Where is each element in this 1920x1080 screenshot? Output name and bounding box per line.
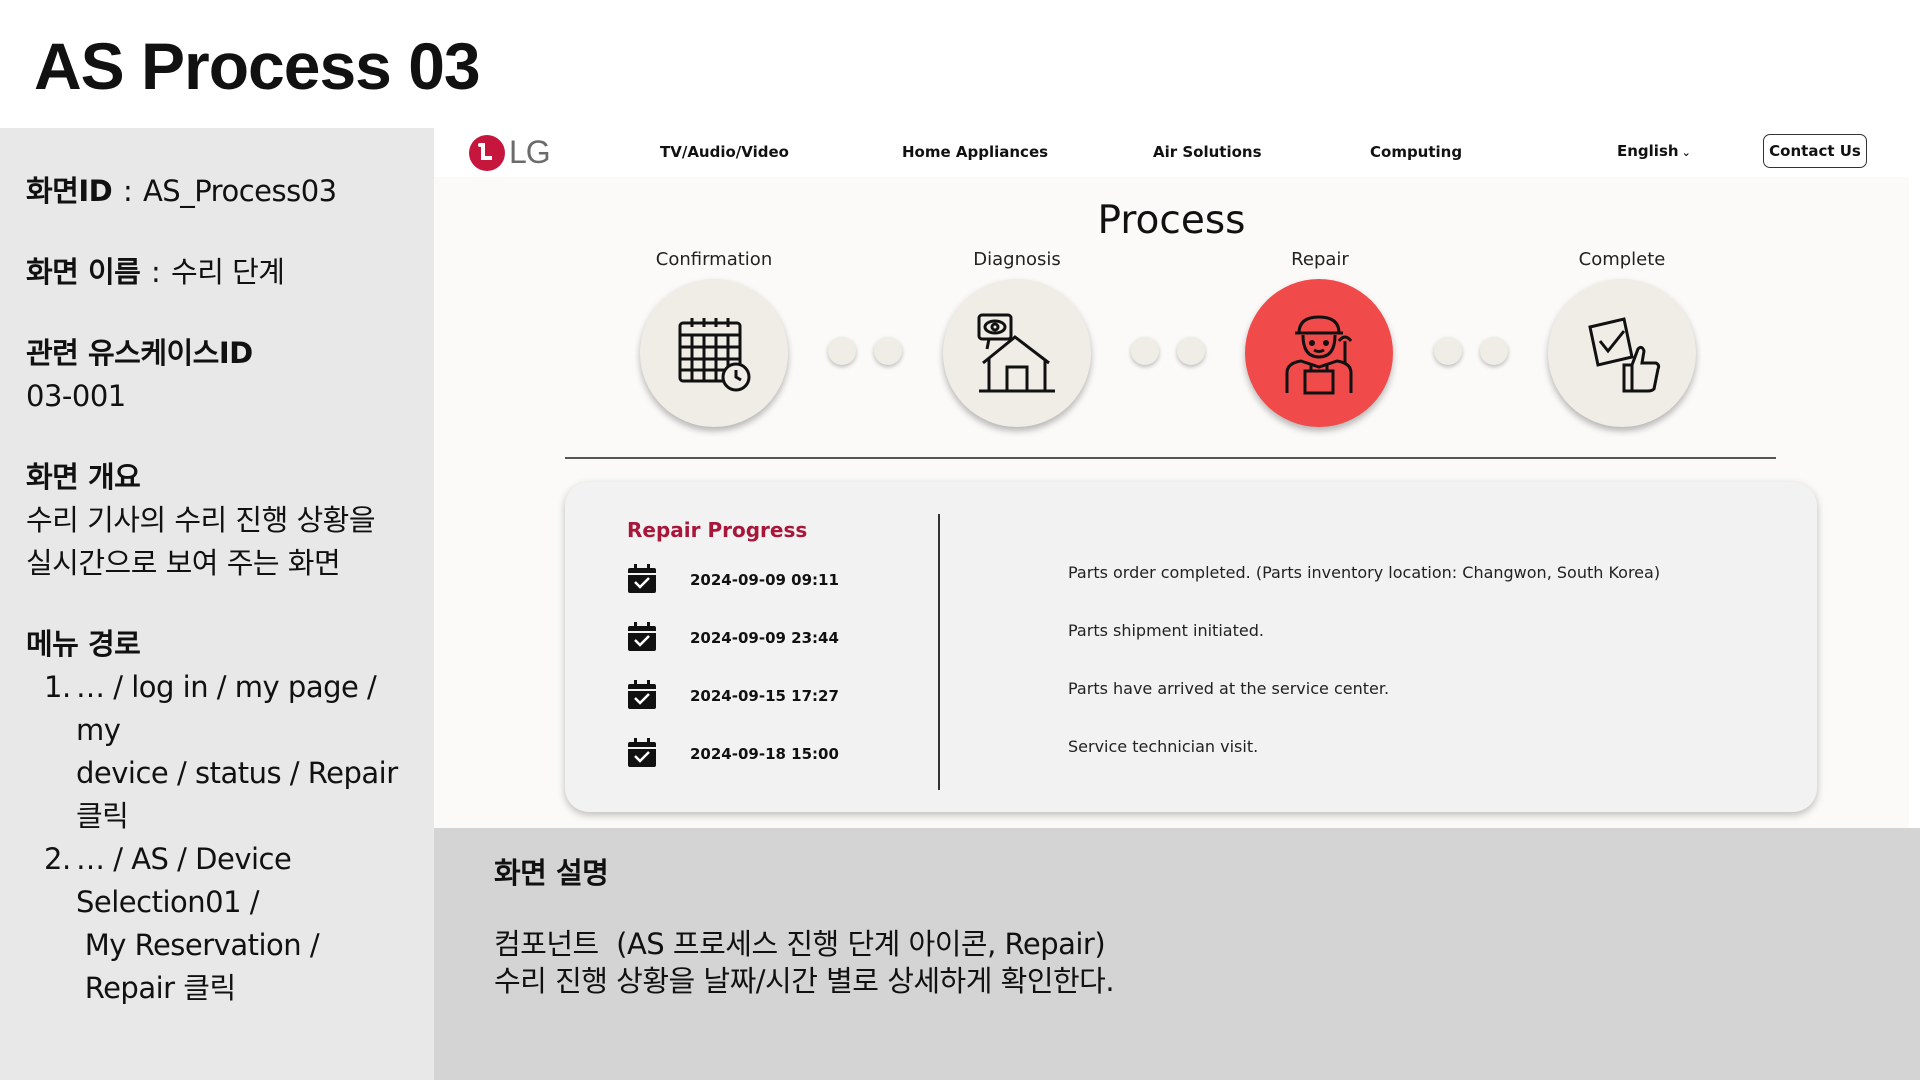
repair-progress-title: Repair Progress <box>627 518 808 542</box>
screen-id: 화면ID : AS_Process03 <box>26 174 337 208</box>
usecase-label: 관련 유스케이스ID <box>26 336 253 370</box>
overview: 화면 개요 수리 기사의 수리 진행 상황을 실시간으로 보여 주는 화면 <box>26 456 434 585</box>
calendar-check-icon <box>628 564 656 593</box>
progress-row: 2024-09-15 17:27 Parts have arrived at t… <box>627 679 1787 712</box>
progress-dot <box>874 337 902 365</box>
progress-datetime: 2024-09-15 17:27 <box>690 687 839 705</box>
website-mockup: LG TV/Audio/Video Home Appliances Air So… <box>434 128 1909 828</box>
menu-path-item: 1. … / log in / my page / my device / st… <box>44 670 398 833</box>
nav-computing[interactable]: Computing <box>1370 143 1462 161</box>
step-diagnosis[interactable] <box>943 279 1091 427</box>
document-thumbs-up-icon <box>1588 317 1661 393</box>
lg-logo-text: LG <box>509 134 551 170</box>
step-confirmation[interactable] <box>640 279 788 427</box>
calendar-check-icon <box>628 680 656 709</box>
progress-dot <box>1177 337 1205 365</box>
description-line: 컴포넌트 (AS 프로세스 진행 단계 아이콘, Repair) <box>494 927 1106 961</box>
screen-name-label: 화면 이름 <box>26 255 141 289</box>
lg-logo[interactable]: LG <box>469 134 551 171</box>
process-title: Process <box>1097 198 1246 243</box>
menu-path-list: 1. … / log in / my page / my device / st… <box>26 666 434 1010</box>
house-inspection-icon <box>977 313 1055 393</box>
screen-name-value: 수리 단계 <box>171 255 285 289</box>
overview-line: 실시간으로 보여 주는 화면 <box>26 546 341 580</box>
menu-path: 메뉴 경로 1. … / log in / my page / my devic… <box>26 623 434 1010</box>
description-line: 수리 진행 상황을 날짜/시간 별로 상세하게 확인한다. <box>494 964 1115 998</box>
usecase-value: 03-001 <box>26 379 126 413</box>
progress-row: 2024-09-18 15:00 Service technician visi… <box>627 737 1787 770</box>
step-complete[interactable] <box>1548 279 1696 427</box>
progress-row: 2024-09-09 09:11 Parts order completed. … <box>627 563 1787 596</box>
progress-description: Service technician visit. <box>1068 737 1259 756</box>
nav-tv-audio-video[interactable]: TV/Audio/Video <box>660 143 789 161</box>
lg-logo-icon <box>469 134 505 171</box>
screen-name: 화면 이름 : 수리 단계 <box>26 255 285 289</box>
description-heading: 화면 설명 <box>494 856 609 890</box>
progress-dot <box>828 337 856 365</box>
progress-dot <box>1131 337 1159 365</box>
progress-datetime: 2024-09-18 15:00 <box>690 745 839 763</box>
calendar-check-icon <box>628 738 656 767</box>
screen-id-value: AS_Process03 <box>142 174 337 208</box>
step-label-complete: Complete <box>1578 249 1666 270</box>
step-label-repair: Repair <box>1291 249 1349 270</box>
progress-datetime: 2024-09-09 23:44 <box>690 629 839 647</box>
progress-description: Parts order completed. (Parts inventory … <box>1068 563 1661 582</box>
calendar-check-icon <box>628 622 656 651</box>
calendar-clock-icon <box>678 318 751 392</box>
language-selector[interactable]: English ⌄ <box>1617 142 1691 160</box>
section-divider <box>565 457 1776 459</box>
menu-path-label: 메뉴 경로 <box>26 627 141 661</box>
progress-datetime: 2024-09-09 09:11 <box>690 571 839 589</box>
screen-id-label: 화면ID <box>26 174 113 208</box>
contact-us-button[interactable]: Contact Us <box>1763 134 1867 168</box>
technician-icon <box>1285 315 1353 395</box>
description-panel: 화면 설명 컴포넌트 (AS 프로세스 진행 단계 아이콘, Repair) 수… <box>434 828 1920 1080</box>
slide-title: AS Process 03 <box>34 29 481 103</box>
usecase: 관련 유스케이스ID 03-001 <box>26 332 434 418</box>
progress-description: Parts shipment initiated. <box>1068 621 1264 640</box>
progress-description: Parts have arrived at the service center… <box>1068 679 1390 698</box>
overview-line: 수리 기사의 수리 진행 상황을 <box>26 503 376 537</box>
top-nav: LG TV/Audio/Video Home Appliances Air So… <box>434 128 1909 177</box>
chevron-down-icon: ⌄ <box>1681 146 1691 159</box>
nav-home-appliances[interactable]: Home Appliances <box>902 143 1048 161</box>
progress-row: 2024-09-09 23:44 Parts shipment initiate… <box>627 621 1787 654</box>
progress-dot <box>1480 337 1508 365</box>
step-repair[interactable] <box>1245 279 1393 427</box>
step-label-confirmation: Confirmation <box>655 249 773 270</box>
nav-air-solutions[interactable]: Air Solutions <box>1153 143 1262 161</box>
menu-path-item: 2. … / AS / Device Selection01 / My Rese… <box>44 842 320 1005</box>
repair-progress-card: Repair Progress 2024-09-09 09:11 Parts o… <box>565 482 1817 812</box>
step-label-diagnosis: Diagnosis <box>973 249 1061 270</box>
spec-panel: 화면ID : AS_Process03 화면 이름 : 수리 단계 관련 유스케… <box>0 128 434 1080</box>
overview-label: 화면 개요 <box>26 460 141 494</box>
progress-dot <box>1434 337 1462 365</box>
